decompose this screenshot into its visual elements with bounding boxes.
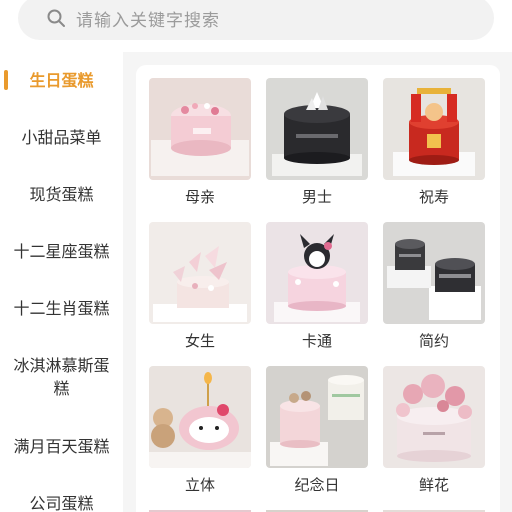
category-label: 卡通 bbox=[301, 332, 332, 350]
longevity-cake-image bbox=[383, 78, 485, 180]
category-label: 母亲 bbox=[184, 188, 215, 206]
sidebar-item-full-moon-cake[interactable]: 满月百天蛋糕 bbox=[0, 435, 123, 458]
category-card-anniversary[interactable]: 纪念日 bbox=[266, 366, 368, 494]
category-label: 女生 bbox=[184, 332, 215, 350]
mother-cake-image bbox=[149, 78, 251, 180]
category-label: 男士 bbox=[301, 188, 332, 206]
anniversary-cake-image bbox=[266, 366, 368, 468]
category-label: 纪念日 bbox=[294, 476, 340, 494]
category-label: 祝寿 bbox=[418, 188, 449, 206]
category-card-men[interactable]: 男士 bbox=[266, 78, 368, 206]
category-card-girl[interactable]: 女生 bbox=[149, 222, 251, 350]
cartoon-cake-image bbox=[266, 222, 368, 324]
girl-cake-image bbox=[149, 222, 251, 324]
category-card-mother[interactable]: 母亲 bbox=[149, 78, 251, 206]
category-card-simple[interactable]: 简约 bbox=[383, 222, 485, 350]
men-cake-image bbox=[266, 78, 368, 180]
category-label: 简约 bbox=[418, 332, 449, 350]
category-card-cartoon[interactable]: 卡通 bbox=[266, 222, 368, 350]
sidebar-item-in-stock-cake[interactable]: 现货蛋糕 bbox=[0, 183, 123, 206]
search-placeholder: 请输入关键字搜索 bbox=[76, 10, 220, 31]
content-area: 母亲 男士 祝寿 女生 卡通 简约 立体 纪念日 鲜花 bbox=[123, 52, 512, 512]
sidebar-item-ice-cream-mousse-cake[interactable]: 冰淇淋慕斯蛋糕 bbox=[0, 354, 123, 400]
search-icon bbox=[47, 9, 65, 27]
sidebar-item-birthday-cake[interactable]: 生日蛋糕 bbox=[0, 69, 123, 92]
sidebar-item-chinese-zodiac-cake[interactable]: 十二生肖蛋糕 bbox=[0, 297, 123, 320]
category-card-longevity[interactable]: 祝寿 bbox=[383, 78, 485, 206]
simple-cake-image bbox=[383, 222, 485, 324]
category-card-flower[interactable]: 鲜花 bbox=[383, 366, 485, 494]
category-label: 鲜花 bbox=[418, 476, 449, 494]
search-bar[interactable]: 请输入关键字搜索 bbox=[18, 0, 494, 40]
sidebar-item-dessert-menu[interactable]: 小甜品菜单 bbox=[0, 126, 123, 149]
category-grid: 母亲 男士 祝寿 女生 卡通 简约 立体 纪念日 鲜花 bbox=[136, 65, 500, 512]
sidebar-item-company-cake[interactable]: 公司蛋糕 bbox=[0, 492, 123, 512]
category-sidebar: 生日蛋糕 小甜品菜单 现货蛋糕 十二星座蛋糕 十二生肖蛋糕 冰淇淋慕斯蛋糕 满月… bbox=[0, 52, 123, 512]
sidebar-item-zodiac-cake[interactable]: 十二星座蛋糕 bbox=[0, 240, 123, 263]
category-card-3d[interactable]: 立体 bbox=[149, 366, 251, 494]
category-label: 立体 bbox=[184, 476, 215, 494]
flower-cake-image bbox=[383, 366, 485, 468]
3d-cake-image bbox=[149, 366, 251, 468]
